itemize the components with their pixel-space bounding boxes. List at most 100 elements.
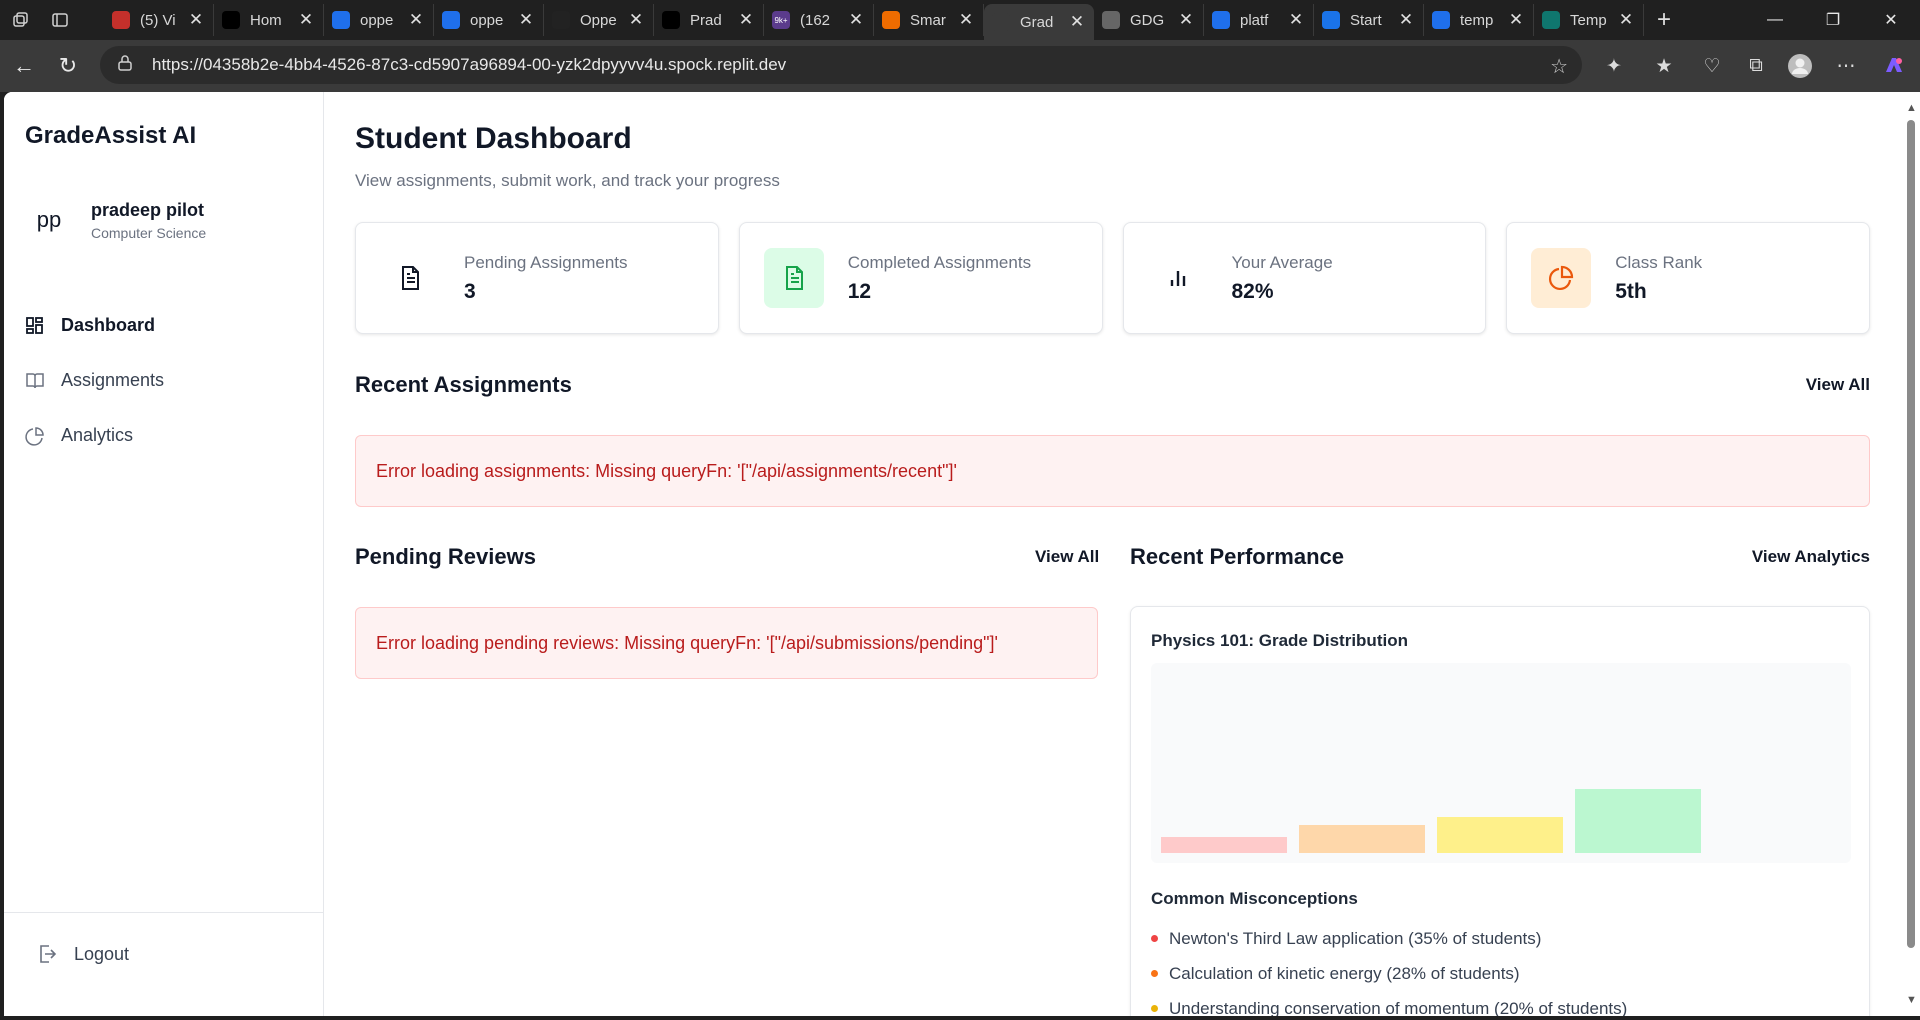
sidebar-item-label: Dashboard bbox=[61, 315, 156, 335]
sidebar-item-assignments[interactable]: Assignments bbox=[25, 353, 164, 408]
browser-tab[interactable]: Temp ✕ bbox=[1534, 4, 1644, 36]
view-analytics-link[interactable]: View Analytics bbox=[1752, 547, 1870, 567]
browser-tabs: (5) Vi ✕ Hom ✕ oppe ✕ oppe ✕ Oppe ✕ Prad ✕ 9k+ (162 ✕ S… bbox=[104, 0, 1644, 40]
close-tab-icon[interactable]: ✕ bbox=[847, 10, 865, 30]
bar-chart-icon bbox=[1147, 248, 1208, 308]
close-tab-icon[interactable]: ✕ bbox=[1177, 10, 1195, 30]
browser-tab-label: Prad bbox=[690, 11, 722, 29]
bullet-dot-icon bbox=[1151, 1005, 1158, 1012]
page-title: Student Dashboard bbox=[355, 122, 632, 155]
stat-card-completed: Completed Assignments 12 bbox=[738, 222, 1103, 334]
tab-actions-icon[interactable] bbox=[40, 0, 80, 40]
restore-icon[interactable]: ❐ bbox=[1804, 0, 1862, 40]
stat-label: Your Average bbox=[1231, 252, 1333, 272]
sidebar-item-dashboard[interactable]: Dashboard bbox=[25, 298, 164, 353]
stat-card-rank: Class Rank 5th bbox=[1506, 222, 1870, 334]
performance-card: Physics 101: Grade Distribution Common M… bbox=[1130, 606, 1870, 1016]
x-icon bbox=[662, 11, 680, 29]
view-all-reviews-link[interactable]: View All bbox=[1035, 547, 1099, 567]
sidebar-item-label: Assignments bbox=[61, 370, 165, 390]
scroll-down-icon[interactable]: ▼ bbox=[1906, 994, 1917, 1006]
browser-tab[interactable]: temp ✕ bbox=[1424, 4, 1534, 36]
sidebar-item-label: Analytics bbox=[61, 425, 134, 445]
browser-tab[interactable]: (5) Vi ✕ bbox=[104, 4, 214, 36]
new-tab-button[interactable]: + bbox=[1644, 0, 1684, 40]
close-tab-icon[interactable]: ✕ bbox=[517, 10, 535, 30]
recent-assignments-title: Recent Assignments bbox=[355, 372, 572, 397]
browser-essentials-icon[interactable]: ♡ bbox=[1692, 46, 1732, 86]
misconception-text: Newton's Third Law application (35% of s… bbox=[1169, 928, 1542, 948]
browser-tab[interactable]: Start ✕ bbox=[1314, 4, 1424, 36]
extensions-icon[interactable]: ✦ bbox=[1594, 46, 1634, 86]
misconception-item: Calculation of kinetic energy (28% of st… bbox=[1151, 956, 1627, 991]
address-bar[interactable]: https://04358b2e-4bb4-4526-87c3-cd5907a9… bbox=[100, 46, 1582, 84]
stat-value: 82% bbox=[1231, 279, 1274, 303]
scrollbar-thumb[interactable] bbox=[1907, 120, 1915, 948]
x-icon bbox=[222, 11, 240, 29]
url-text: https://04358b2e-4bb4-4526-87c3-cd5907a9… bbox=[152, 55, 787, 74]
gdg-icon bbox=[1102, 11, 1120, 29]
close-tab-icon[interactable]: ✕ bbox=[1397, 10, 1415, 30]
favorite-star-icon[interactable]: ☆ bbox=[1550, 54, 1568, 79]
browser-tab-label: Oppe bbox=[580, 11, 617, 29]
more-menu-icon[interactable]: ⋯ bbox=[1826, 46, 1866, 86]
browser-tab[interactable]: 9k+ (162 ✕ bbox=[764, 4, 874, 36]
minimize-icon[interactable]: — bbox=[1746, 0, 1804, 40]
dashboard-icon bbox=[26, 316, 43, 334]
stat-label: Pending Assignments bbox=[464, 252, 628, 272]
close-tab-icon[interactable]: ✕ bbox=[737, 10, 755, 30]
close-tab-icon[interactable]: ✕ bbox=[187, 10, 205, 30]
browser-tab-label: Start bbox=[1350, 11, 1382, 29]
logout-label: Logout bbox=[74, 943, 130, 964]
back-icon[interactable]: ← bbox=[2, 44, 46, 88]
close-tab-icon[interactable]: ✕ bbox=[957, 10, 975, 30]
sidebar: GradeAssist AI pp pradeep pilot Computer… bbox=[4, 92, 324, 1016]
page-scrollbar[interactable]: ▲ ▼ bbox=[1902, 92, 1920, 1016]
close-window-icon[interactable]: ✕ bbox=[1862, 0, 1920, 40]
site-info-icon[interactable] bbox=[116, 54, 138, 77]
workspaces-icon[interactable] bbox=[0, 0, 40, 40]
youtube-icon bbox=[112, 11, 130, 29]
stat-card-pending: Pending Assignments 3 bbox=[355, 222, 719, 334]
close-tab-icon[interactable]: ✕ bbox=[1287, 10, 1305, 30]
scroll-up-icon[interactable]: ▲ bbox=[1906, 102, 1917, 114]
browser-tab[interactable]: oppe ✕ bbox=[434, 4, 544, 36]
refresh-icon[interactable]: ↻ bbox=[46, 44, 90, 88]
avatar: pp bbox=[36, 207, 62, 232]
page-viewport: GradeAssist AI pp pradeep pilot Computer… bbox=[4, 92, 1902, 1016]
close-tab-icon[interactable]: ✕ bbox=[1068, 12, 1086, 32]
stat-label: Class Rank bbox=[1615, 252, 1703, 272]
browser-tab[interactable]: Oppe ✕ bbox=[544, 4, 654, 36]
recent-performance-title: Recent Performance bbox=[1130, 544, 1344, 569]
browser-tab[interactable]: Prad ✕ bbox=[654, 4, 764, 36]
browser-tab[interactable]: Smar ✕ bbox=[874, 4, 984, 36]
misconception-item: Understanding conservation of momentum (… bbox=[1151, 991, 1627, 1016]
pie-chart-icon bbox=[25, 426, 44, 446]
browser-tab-label: Temp bbox=[1570, 11, 1607, 29]
browser-tab[interactable]: GDG ✕ bbox=[1094, 4, 1204, 36]
copilot-icon[interactable] bbox=[1874, 46, 1914, 86]
logout-button[interactable]: Logout bbox=[36, 943, 129, 965]
stat-card-average: Your Average 82% bbox=[1122, 222, 1487, 334]
close-tab-icon[interactable]: ✕ bbox=[1507, 10, 1525, 30]
book-icon bbox=[26, 372, 44, 388]
user-name: pradeep pilot bbox=[91, 199, 205, 220]
browser-tab[interactable]: Hom ✕ bbox=[214, 4, 324, 36]
close-tab-icon[interactable]: ✕ bbox=[407, 10, 425, 30]
browser-tab-label: temp bbox=[1460, 11, 1494, 29]
favorites-icon[interactable]: ★ bbox=[1644, 46, 1684, 86]
view-all-assignments-link[interactable]: View All bbox=[1806, 375, 1870, 395]
search-icon bbox=[332, 11, 350, 29]
browser-tab[interactable]: Grad ✕ bbox=[984, 4, 1094, 40]
sidebar-footer: Logout bbox=[4, 912, 324, 1016]
close-tab-icon[interactable]: ✕ bbox=[1617, 10, 1635, 30]
bullet-dot-icon bbox=[1151, 935, 1158, 942]
chart-bar bbox=[1437, 817, 1563, 853]
collections-icon[interactable]: ⧉ bbox=[1736, 46, 1776, 86]
sidebar-item-analytics[interactable]: Analytics bbox=[25, 408, 164, 463]
browser-tab[interactable]: oppe ✕ bbox=[324, 4, 434, 36]
close-tab-icon[interactable]: ✕ bbox=[297, 10, 315, 30]
close-tab-icon[interactable]: ✕ bbox=[627, 10, 645, 30]
browser-tab[interactable]: platf ✕ bbox=[1204, 4, 1314, 36]
profile-icon[interactable] bbox=[1780, 46, 1820, 86]
